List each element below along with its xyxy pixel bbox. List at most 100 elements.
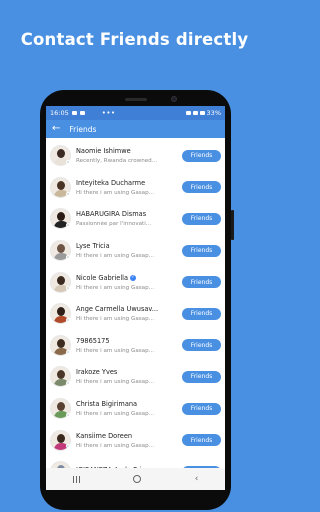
avatar-head — [57, 370, 65, 380]
app-bar: ← Friends — [46, 120, 225, 138]
friend-name: Christa Bigirimana — [76, 400, 138, 409]
friends-button[interactable]: Friends — [182, 212, 221, 225]
avatar-head — [57, 338, 65, 348]
friend-status: Hi there i am using Gasap... — [76, 316, 154, 323]
promo-title: Contact Friends directly — [20, 30, 249, 49]
friend-name-line: Christa Bigirimana — [76, 400, 182, 408]
friend-name: Nicole Gabriella — [76, 273, 129, 282]
presence-dot-icon — [66, 160, 70, 164]
friend-name-line: Kansiime Doreen — [76, 432, 182, 440]
avatar-head — [57, 402, 65, 412]
friend-text: Ange Carmella Uwusav... Hi there i am usi… — [76, 305, 182, 322]
friend-name-line: Nicole Gabriella ✓ — [76, 274, 182, 282]
friend-name: Irakoze Yves — [76, 368, 118, 377]
friend-name-line: Lyse Tricia — [76, 242, 182, 250]
friend-text: Christa Bigirimana Hi there i am using Ga… — [76, 400, 182, 417]
friends-button[interactable]: Friends — [182, 244, 221, 257]
friend-name: Lyse Tricia — [76, 242, 110, 251]
friends-button[interactable]: Friends — [182, 402, 221, 415]
more-notifications-icon: ••• — [101, 109, 116, 117]
friend-row[interactable]: Inteyiteka Ducharme Hi there i am using G… — [46, 172, 225, 204]
avatar-head — [57, 307, 65, 317]
gallery-notification-icon — [79, 111, 85, 115]
avatar-head — [57, 149, 65, 159]
presence-dot-icon — [66, 286, 70, 291]
friend-text: HABARUGIRA Dismas Passionnée par l'innova… — [76, 210, 182, 227]
friend-status: Hi there i am using Gasap... — [76, 253, 154, 260]
signal-icon — [199, 111, 205, 115]
friend-text: Nicole Gabriella ✓ Hi there i am using Gas… — [76, 274, 182, 291]
friend-status: Hi there i am using Gasap... — [76, 379, 154, 386]
friend-status: Hi there i am using Gasap... — [76, 189, 154, 196]
system-nav-bar: ‹ — [46, 468, 225, 490]
home-icon[interactable] — [133, 475, 142, 483]
friend-name: 79865175 — [76, 336, 110, 345]
image-notification-icon — [71, 111, 77, 115]
friend-name-line: HABARUGIRA Dismas — [76, 210, 182, 218]
status-bar: 16:05 ••• 33% — [46, 106, 225, 120]
avatar-head — [57, 180, 65, 190]
friend-row[interactable]: 79865175 Hi there i am using Gasap... Frie… — [46, 330, 225, 362]
presence-dot-icon — [66, 254, 70, 259]
avatar-head — [57, 433, 65, 443]
friend-name: Ange Carmella Uwusav... — [76, 305, 159, 314]
friend-text: Lyse Tricia Hi there i am using Gasap... — [76, 242, 182, 259]
friend-row[interactable]: Ange Carmella Uwusav... Hi there i am usi… — [46, 298, 225, 330]
friends-button[interactable]: Friends — [182, 181, 221, 194]
front-camera-icon — [171, 96, 177, 102]
phone-side-button — [231, 210, 234, 240]
friend-status: Hi there i am using Gasap... — [76, 284, 154, 291]
friend-row[interactable]: Nicole Gabriella ✓ Hi there i am using Gas… — [46, 266, 225, 298]
friend-name: Kansiime Doreen — [76, 431, 133, 440]
avatar-head — [57, 275, 65, 285]
phone-screen: 16:05 ••• 33% ← Friends Naomie Ishimwe Re… — [46, 106, 225, 490]
presence-dot-icon — [66, 317, 70, 322]
friend-text: Irakoze Yves Hi there i am using Gasap... — [76, 368, 182, 385]
battery-percent: 33% — [206, 109, 221, 117]
friend-name-line: Inteyiteka Ducharme — [76, 179, 182, 187]
presence-dot-icon — [66, 444, 70, 449]
friend-name-line: 79865175 — [76, 337, 182, 345]
friend-status: Passionnée par l'innovati... — [76, 221, 152, 228]
friends-button[interactable]: Friends — [182, 307, 221, 320]
friend-row[interactable]: Christa Bigirimana Hi there i am using Ga… — [46, 393, 225, 425]
friend-text: Inteyiteka Ducharme Hi there i am using G… — [76, 179, 182, 196]
phone-speaker — [125, 98, 147, 101]
friend-text: Kansiime Doreen Hi there i am using Gasap… — [76, 432, 182, 449]
presence-dot-icon — [66, 191, 70, 196]
friend-row[interactable]: Lyse Tricia Hi there i am using Gasap... F… — [46, 235, 225, 267]
friend-name: Naomie Ishimwe — [76, 147, 131, 156]
friend-status: Hi there i am using Gasap... — [76, 442, 154, 449]
friend-name: HABARUGIRA Dismas — [76, 210, 147, 219]
friends-button[interactable]: Friends — [182, 276, 221, 289]
friends-button[interactable]: Friends — [182, 370, 221, 383]
page-title: Friends — [69, 124, 97, 134]
friend-status: Hi there i am using Gasap... — [76, 411, 154, 418]
friend-name-line: Irakoze Yves — [76, 368, 182, 376]
presence-dot-icon — [66, 381, 70, 386]
friends-list: Naomie Ishimwe Recently, Rwanda crowned..… — [46, 138, 225, 488]
friend-row[interactable]: HABARUGIRA Dismas Passionnée par l'innova… — [46, 203, 225, 235]
wifi-icon — [192, 111, 198, 115]
friend-row[interactable]: Irakoze Yves Hi there i am using Gasap...… — [46, 361, 225, 393]
friends-button[interactable]: Friends — [182, 434, 221, 447]
friend-text: Naomie Ishimwe Recently, Rwanda crowned..… — [76, 147, 182, 164]
recent-apps-icon[interactable] — [72, 475, 81, 483]
avatar-head — [57, 244, 65, 254]
friend-name: Inteyiteka Ducharme — [76, 178, 146, 187]
friends-button[interactable]: Friends — [182, 339, 221, 352]
friend-text: 79865175 Hi there i am using Gasap... — [76, 337, 182, 354]
friend-row[interactable]: Naomie Ishimwe Recently, Rwanda crowned..… — [46, 140, 225, 172]
nav-back-icon[interactable]: ‹ — [195, 474, 199, 484]
avatar-head — [57, 212, 65, 222]
friend-row[interactable]: Kansiime Doreen Hi there i am using Gasap… — [46, 424, 225, 456]
presence-dot-icon — [66, 349, 70, 354]
alarm-icon — [185, 111, 191, 115]
presence-dot-icon — [66, 223, 70, 228]
friend-status: Recently, Rwanda crowned... — [76, 158, 158, 165]
friend-name-line: Naomie Ishimwe — [76, 147, 182, 155]
friend-name-line: Ange Carmella Uwusav... — [76, 305, 182, 313]
back-arrow-icon[interactable]: ← — [52, 124, 60, 134]
friends-button[interactable]: Friends — [182, 149, 221, 162]
status-time: 16:05 — [50, 109, 69, 117]
